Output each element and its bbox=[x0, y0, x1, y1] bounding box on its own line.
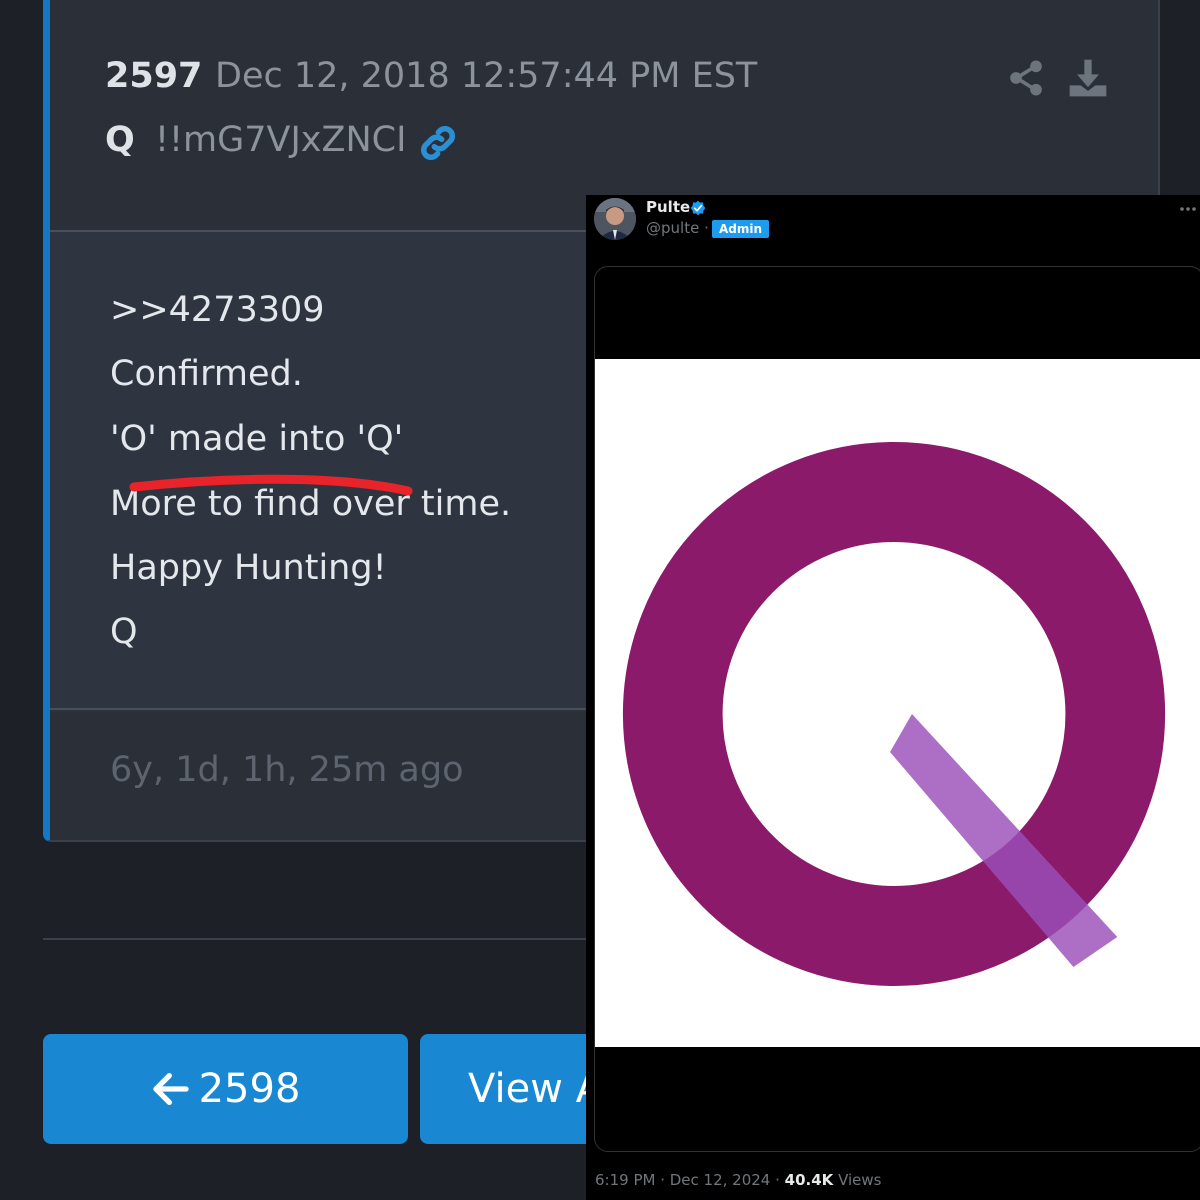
tweet-media[interactable] bbox=[594, 266, 1200, 1152]
media-image bbox=[595, 359, 1200, 1047]
tweet-views-label: Views bbox=[838, 1171, 882, 1189]
view-all-label: View A bbox=[468, 1066, 603, 1112]
post-line: 'O' made into 'Q' bbox=[110, 419, 404, 459]
tweet-meta: 6:19 PM · Dec 12, 2024 · 40.4K Views bbox=[595, 1171, 882, 1189]
share-icon[interactable] bbox=[1006, 58, 1046, 98]
tweet-card: Pulte @pulte · Admin 6:19 PM · Dec 12, 2… bbox=[586, 195, 1200, 1200]
previous-post-button[interactable]: 2598 bbox=[43, 1034, 408, 1144]
arrow-left-icon bbox=[152, 1073, 189, 1105]
tweet-author-name[interactable]: Pulte bbox=[646, 198, 690, 216]
post-tripcode: !!mG7VJxZNCI bbox=[155, 120, 407, 160]
tweet-views-count: 40.4K bbox=[784, 1171, 834, 1189]
link-icon[interactable] bbox=[416, 121, 460, 165]
post-author: Q bbox=[105, 120, 135, 160]
post-date: Dec 12, 2018 12:57:44 PM EST bbox=[215, 56, 758, 96]
red-underline-mark bbox=[129, 474, 413, 496]
post-line: Happy Hunting! bbox=[110, 548, 387, 588]
more-options-icon[interactable] bbox=[1178, 199, 1198, 219]
post-line[interactable]: >>4273309 bbox=[110, 290, 325, 330]
previous-post-label: 2598 bbox=[198, 1066, 301, 1112]
avatar[interactable] bbox=[594, 198, 636, 240]
post-line: Q bbox=[110, 612, 138, 652]
admin-badge: Admin bbox=[712, 220, 770, 238]
post-line: Confirmed. bbox=[110, 354, 303, 394]
tweet-handle-text: @pulte bbox=[646, 219, 700, 237]
verified-badge-icon bbox=[690, 200, 706, 216]
download-icon[interactable] bbox=[1066, 56, 1110, 100]
tweet-handle-separator: · bbox=[704, 219, 709, 237]
post-number[interactable]: 2597 bbox=[105, 56, 202, 96]
tweet-handle: @pulte · bbox=[646, 219, 709, 237]
q-logo-image bbox=[622, 442, 1166, 986]
tweet-timestamp[interactable]: 6:19 PM · Dec 12, 2024 · bbox=[595, 1171, 780, 1189]
post-age: 6y, 1d, 1h, 25m ago bbox=[110, 750, 464, 790]
